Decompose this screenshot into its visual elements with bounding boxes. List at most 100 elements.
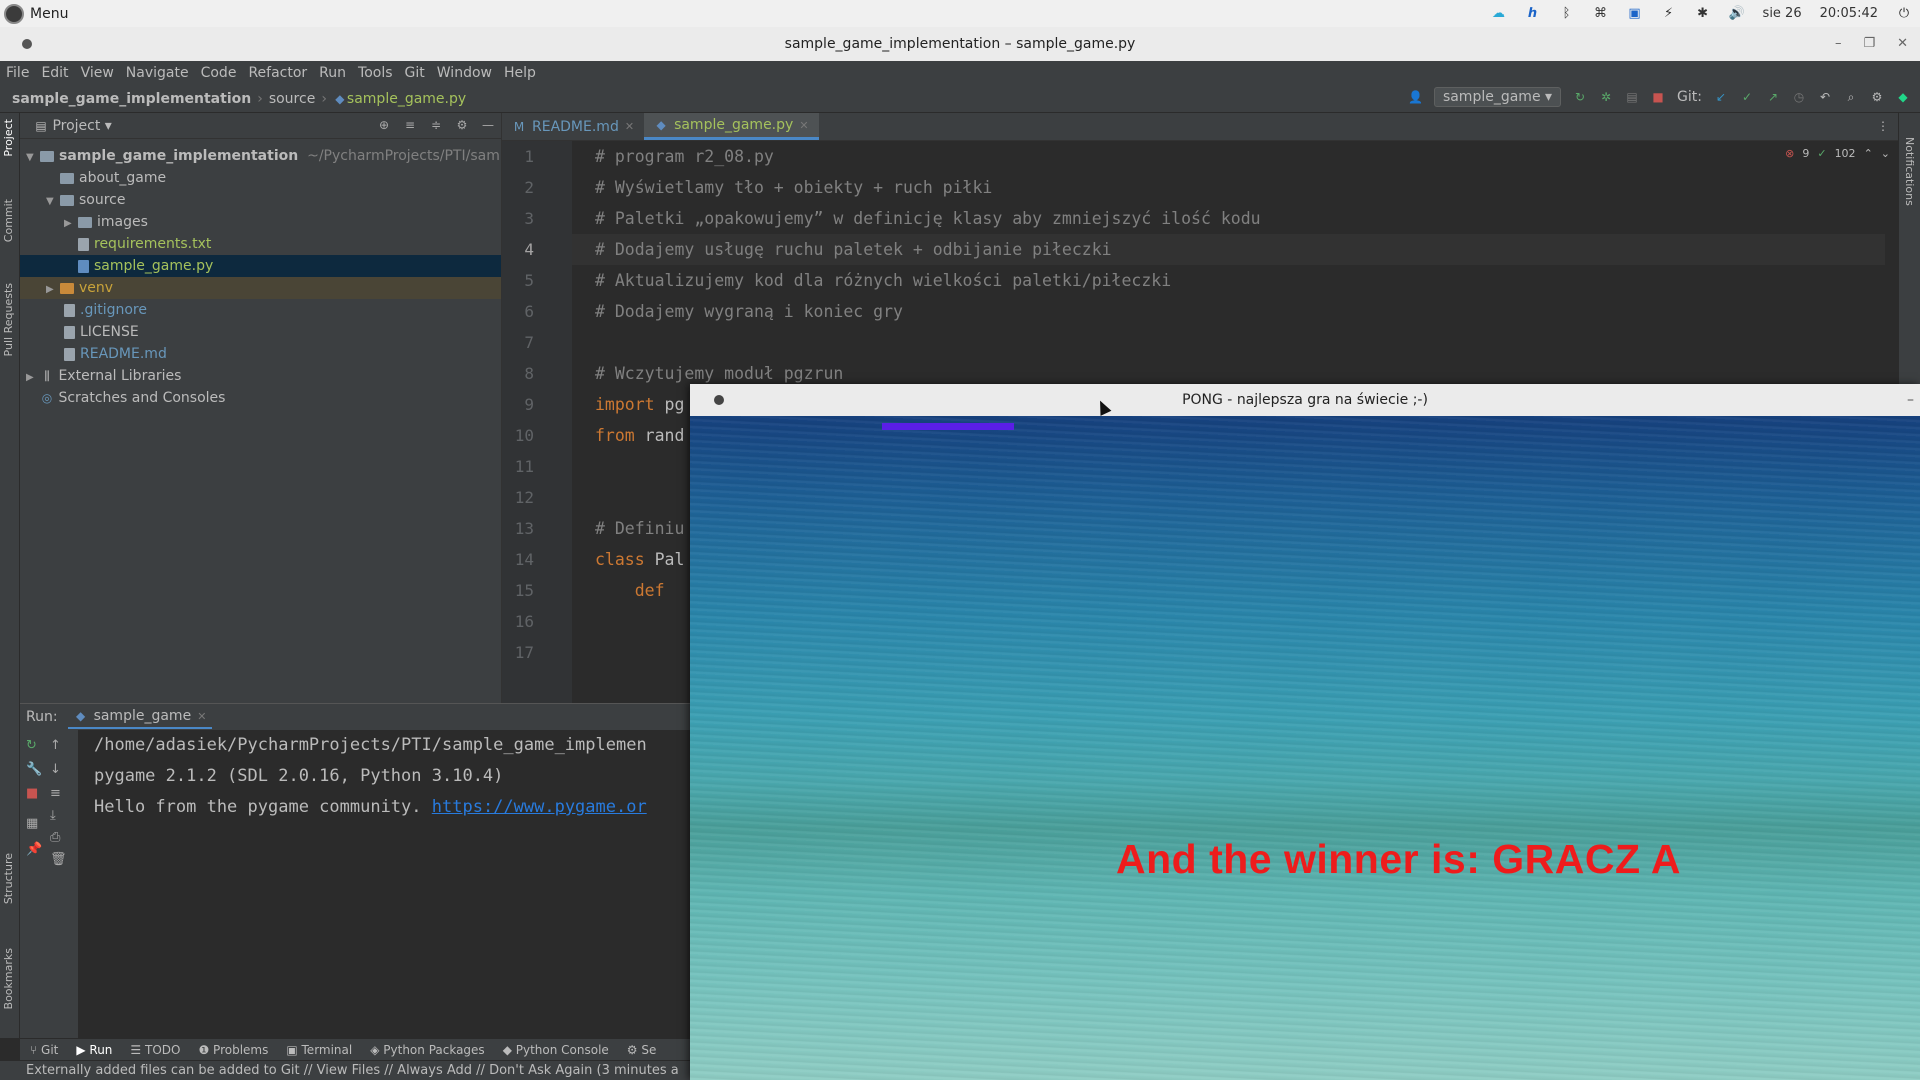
menu-tools[interactable]: Tools	[358, 65, 393, 81]
bottom-tab-python-packages[interactable]: ◈ Python Packages	[370, 1043, 484, 1057]
collapse-all-icon[interactable]: ≑	[429, 118, 443, 132]
code-line[interactable]: # program r2_08.py	[595, 141, 1885, 172]
expand-all-icon[interactable]: ≡	[403, 118, 417, 132]
notifications-tool-tab[interactable]: Notifications	[1903, 137, 1916, 206]
menu-edit[interactable]: Edit	[41, 65, 68, 81]
tree-item-about-game[interactable]: about_game	[20, 167, 501, 189]
tree-item-scratches[interactable]: ◎ Scratches and Consoles	[20, 387, 501, 409]
code-line[interactable]: # Aktualizujemy kod dla różnych wielkośc…	[595, 265, 1885, 296]
tab-readme[interactable]: M README.md ✕	[502, 113, 644, 140]
pin-icon[interactable]: 📌	[26, 842, 42, 857]
tree-item-venv[interactable]: ▶ venv	[20, 277, 501, 299]
update-icon[interactable]: ▣	[1627, 6, 1643, 22]
close-tab-icon[interactable]: ✕	[799, 119, 808, 132]
menu-git[interactable]: Git	[405, 65, 425, 81]
git-push-icon[interactable]: ↗	[1766, 90, 1780, 104]
stop-icon[interactable]: ■	[26, 786, 38, 801]
close-tab-icon[interactable]: ✕	[625, 120, 634, 133]
tab-sample-game[interactable]: ◆ sample_game.py ✕	[644, 113, 819, 140]
menu-file[interactable]: File	[6, 65, 29, 81]
structure-tool-tab[interactable]: Structure	[2, 853, 15, 904]
collapse-arrow-icon[interactable]: ▼	[46, 191, 60, 213]
git-commit-icon[interactable]: ✓	[1740, 90, 1754, 104]
window-menu-icon[interactable]	[22, 39, 32, 49]
tree-item-images[interactable]: ▶ images	[20, 211, 501, 233]
os-menu-icon[interactable]	[4, 3, 24, 24]
expand-arrow-icon[interactable]: ▶	[64, 213, 78, 235]
pull-requests-tool-tab[interactable]: Pull Requests	[2, 283, 15, 356]
volume-icon[interactable]: 🔊	[1729, 6, 1745, 22]
search-icon[interactable]: ⌕	[1844, 90, 1858, 104]
git-update-icon[interactable]: ↙	[1714, 90, 1728, 104]
commit-tool-tab[interactable]: Commit	[2, 199, 15, 242]
layout-icon[interactable]: ▦	[26, 816, 38, 831]
git-history-icon[interactable]: ◷	[1792, 90, 1806, 104]
tree-item-readme[interactable]: README.md	[20, 343, 501, 365]
os-time[interactable]: 20:05:42	[1820, 6, 1878, 21]
tree-item-requirements[interactable]: requirements.txt	[20, 233, 501, 255]
menu-refactor[interactable]: Refactor	[248, 65, 307, 81]
scroll-down-icon[interactable]: ↓	[50, 762, 61, 777]
network-icon[interactable]: ⌘	[1593, 6, 1609, 22]
menu-view[interactable]: View	[81, 65, 114, 81]
menu-window[interactable]: Window	[437, 65, 492, 81]
tree-item-external-libraries[interactable]: ▶ ⫼ External Libraries	[20, 365, 501, 387]
bottom-tab-python-console[interactable]: ◆ Python Console	[503, 1043, 609, 1057]
close-icon[interactable]: ✕	[1897, 27, 1908, 61]
tree-item-source[interactable]: ▼ source	[20, 189, 501, 211]
menu-help[interactable]: Help	[504, 65, 536, 81]
run-tab-sample-game[interactable]: ◆ sample_game ✕	[67, 705, 213, 729]
tree-item-sample-game[interactable]: sample_game.py	[20, 255, 501, 277]
project-panel-title[interactable]: Project	[52, 118, 100, 134]
code-line-current[interactable]: # Dodajemy usługę ruchu paletek + odbija…	[572, 234, 1885, 265]
game-canvas[interactable]: And the winner is: GRACZ A	[690, 416, 1920, 1080]
wrench-icon[interactable]: 🔧	[26, 762, 42, 777]
expand-arrow-icon[interactable]: ▶	[26, 367, 40, 389]
bookmarks-tool-tab[interactable]: Bookmarks	[2, 948, 15, 1009]
expand-arrow-icon[interactable]: ▶	[46, 279, 60, 301]
stop-icon[interactable]: ■	[1651, 90, 1665, 104]
close-tab-icon[interactable]: ✕	[197, 710, 206, 723]
scroll-to-end-icon[interactable]: ⤓	[50, 808, 56, 823]
code-line[interactable]: # Paletki „opakowujemy” w definicję klas…	[595, 203, 1885, 234]
power-icon[interactable]: ⏻	[1896, 6, 1912, 22]
bottom-tab-services[interactable]: ⚙ Se	[627, 1043, 657, 1057]
hide-icon[interactable]: —	[481, 118, 495, 132]
tree-item-root[interactable]: ▼ sample_game_implementation ~/PycharmPro…	[20, 145, 521, 167]
hp-icon[interactable]: ℎ	[1525, 6, 1541, 22]
more-tabs-icon[interactable]: ⋮	[1876, 119, 1890, 133]
tree-item-gitignore[interactable]: .gitignore	[20, 299, 501, 321]
os-date[interactable]: sie 26	[1763, 6, 1802, 21]
status-message[interactable]: Externally added files can be added to G…	[26, 1063, 679, 1078]
menu-code[interactable]: Code	[201, 65, 237, 81]
menu-navigate[interactable]: Navigate	[126, 65, 189, 81]
code-line-empty[interactable]	[595, 327, 1885, 358]
soft-wrap-icon[interactable]: ≡	[50, 786, 61, 801]
code-line[interactable]: # Wyświetlamy tło + obiekty + ruch piłki	[595, 172, 1885, 203]
scroll-up-icon[interactable]: ↑	[50, 738, 61, 753]
minimize-icon[interactable]: –	[1907, 384, 1914, 416]
cloud-icon[interactable]: ☁	[1491, 6, 1507, 22]
breadcrumb-project[interactable]: sample_game_implementation	[12, 91, 251, 107]
window-menu-icon[interactable]	[714, 395, 724, 405]
bluetooth-icon[interactable]: ᛒ	[1559, 6, 1575, 22]
bottom-tab-git[interactable]: ⑂ Git	[30, 1043, 58, 1057]
project-tool-tab[interactable]: Project	[2, 119, 15, 157]
tree-item-license[interactable]: LICENSE	[20, 321, 501, 343]
breadcrumb-file[interactable]: sample_game.py	[347, 91, 466, 107]
pycharm-logo-icon[interactable]: ◆	[1896, 90, 1910, 104]
run-config-select[interactable]: sample_game ▾	[1433, 87, 1562, 107]
run-output[interactable]: /home/adasiek/PycharmProjects/PTI/sample…	[94, 730, 647, 823]
breadcrumb-folder[interactable]: source	[269, 91, 316, 107]
ide-window-titlebar[interactable]: sample_game_implementation – sample_game…	[0, 27, 1920, 61]
bottom-tab-problems[interactable]: ❶ Problems	[198, 1043, 268, 1057]
minimize-icon[interactable]: –	[1835, 27, 1842, 61]
user-icon[interactable]: 👤	[1408, 90, 1423, 104]
git-rollback-icon[interactable]: ↶	[1818, 90, 1832, 104]
bottom-tab-todo[interactable]: ☰ TODO	[130, 1043, 180, 1057]
print-icon[interactable]: ⎙	[50, 830, 60, 845]
pong-titlebar[interactable]: PONG - najlepsza gra na świecie ;-) –	[690, 384, 1920, 416]
locate-icon[interactable]: ⊕	[377, 118, 391, 132]
pygame-link[interactable]: https://www.pygame.or	[432, 797, 647, 817]
debug-icon[interactable]: ✲	[1599, 90, 1613, 104]
